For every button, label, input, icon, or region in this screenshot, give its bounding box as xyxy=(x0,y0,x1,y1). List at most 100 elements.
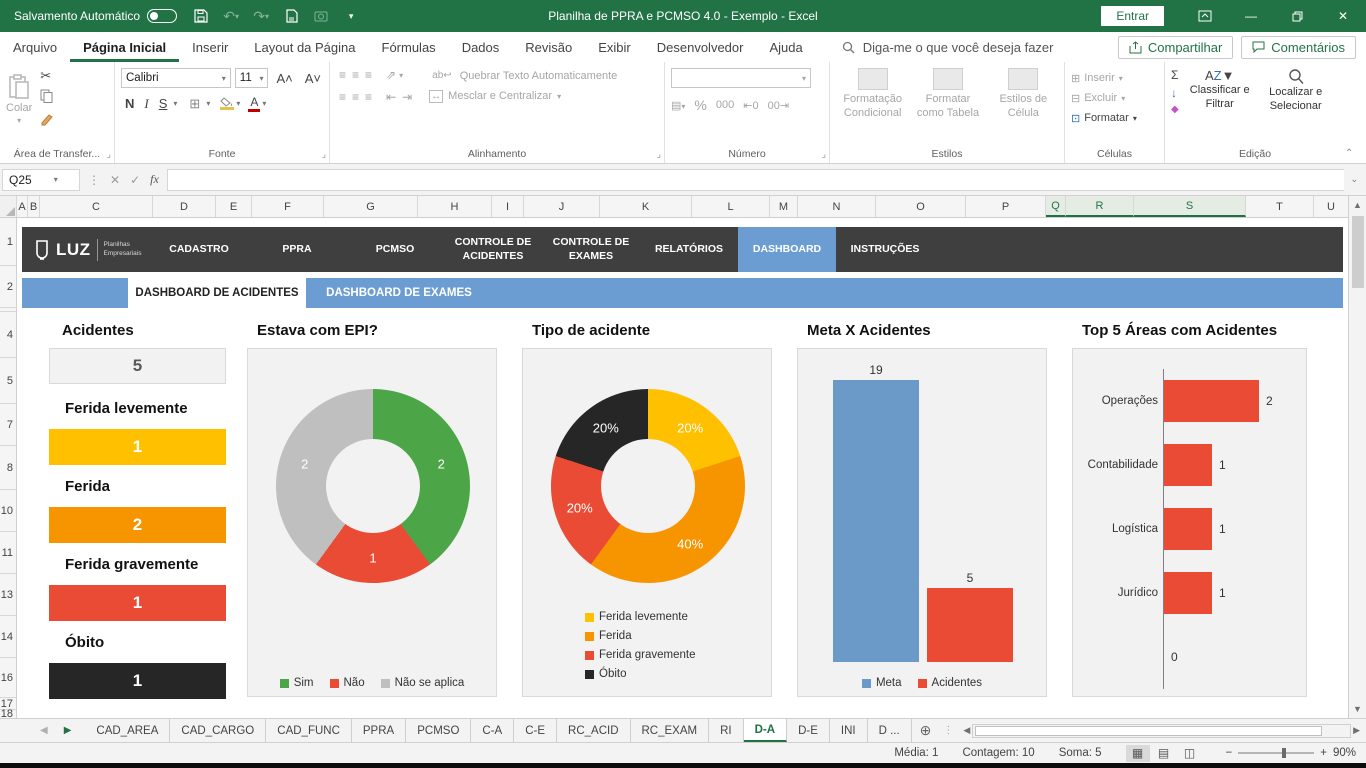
sheet-tab[interactable]: RC_EXAM xyxy=(631,719,710,742)
tell-me-search[interactable]: Diga-me o que você deseja fazer xyxy=(842,40,1054,55)
subtab-dashboard-de-exames[interactable]: DASHBOARD DE EXAMES xyxy=(314,278,484,308)
column-header[interactable]: O xyxy=(876,196,966,217)
comma-style-icon[interactable]: 000 xyxy=(716,99,734,111)
column-header[interactable]: E xyxy=(216,196,252,217)
tab-inserir[interactable]: Inserir xyxy=(179,32,241,62)
column-header[interactable]: M xyxy=(770,196,798,217)
column-header-selected[interactable]: Q xyxy=(1046,196,1066,217)
sheet-tab[interactable]: RI xyxy=(709,719,744,742)
sheet-tab[interactable]: D ... xyxy=(868,719,912,742)
column-header-selected[interactable]: R xyxy=(1066,196,1134,217)
undo-icon[interactable]: ↶▾ xyxy=(223,8,239,24)
find-select-button[interactable]: Localizar e Selecionar xyxy=(1261,68,1331,114)
enter-icon[interactable]: ✓ xyxy=(130,173,140,187)
tab-exibir[interactable]: Exibir xyxy=(585,32,644,62)
column-header[interactable]: N xyxy=(798,196,876,217)
collapse-ribbon-icon[interactable]: ⌃ xyxy=(1345,62,1351,163)
nav-item-ppra[interactable]: PPRA xyxy=(248,227,346,272)
cancel-icon[interactable]: ✕ xyxy=(110,173,120,187)
vertical-scroll-thumb[interactable] xyxy=(1352,216,1364,288)
zoom-level[interactable]: 90% xyxy=(1333,747,1356,759)
percent-style-icon[interactable]: % xyxy=(694,97,706,113)
fill-color-icon[interactable] xyxy=(220,97,234,110)
select-all-corner[interactable] xyxy=(0,196,17,217)
zoom-slider[interactable] xyxy=(1238,752,1314,754)
subtab-dashboard-de-acidentes[interactable]: DASHBOARD DE ACIDENTES xyxy=(128,278,306,308)
bold-button[interactable]: N xyxy=(121,96,138,111)
sheet-nav-right-icon[interactable]: ▶ xyxy=(64,725,72,736)
column-header[interactable]: L xyxy=(692,196,770,217)
delete-cells-button[interactable]: ⊟Excluir▾ xyxy=(1071,88,1160,108)
sheet-tab[interactable]: PCMSO xyxy=(406,719,471,742)
nav-item-controle-de-acidentes[interactable]: CONTROLE DE ACIDENTES xyxy=(444,227,542,272)
sheet-tab[interactable]: D-E xyxy=(787,719,830,742)
orientation-icon[interactable]: ⇗ xyxy=(383,68,399,82)
hscroll-left-icon[interactable]: ◀ xyxy=(963,725,970,736)
page-layout-view-icon[interactable]: ▤ xyxy=(1152,745,1176,762)
column-header[interactable]: B xyxy=(28,196,40,217)
increase-decimal-icon[interactable]: ⇤0 xyxy=(743,99,758,112)
redo-icon[interactable]: ↷▾ xyxy=(253,8,269,24)
align-top-icon[interactable]: ≡ xyxy=(336,68,349,82)
nav-item-instrucoes[interactable]: INSTRUÇÕES xyxy=(836,227,934,272)
font-color-icon[interactable]: A xyxy=(248,95,260,112)
sort-filter-button[interactable]: AZ▼ Classificar e Filtrar xyxy=(1185,68,1255,112)
font-name-select[interactable]: Calibri▾ xyxy=(121,68,231,88)
column-header[interactable]: D xyxy=(153,196,216,217)
underline-caret-icon[interactable]: ▾ xyxy=(173,99,177,108)
scroll-up-icon[interactable]: ▲ xyxy=(1349,196,1366,214)
nav-item-cadastro[interactable]: CADASTRO xyxy=(150,227,248,272)
column-header[interactable]: H xyxy=(418,196,492,217)
hscroll-right-icon[interactable]: ▶ xyxy=(1353,725,1360,736)
row-header[interactable]: 18 xyxy=(0,710,16,718)
format-as-table-button[interactable]: Formatar como Tabela xyxy=(911,68,984,145)
row-header[interactable]: 8 xyxy=(0,446,16,490)
chart-tipo-card[interactable]: 20%40%20%20% Ferida levemente Ferida Fer… xyxy=(522,348,772,697)
page-break-view-icon[interactable]: ◫ xyxy=(1178,745,1202,762)
comments-button[interactable]: Comentários xyxy=(1241,36,1356,59)
merge-center-button[interactable]: ↔ Mesclar e Centralizar▾ xyxy=(429,90,617,103)
sheet-tab[interactable]: C-A xyxy=(471,719,514,742)
vertical-scrollbar[interactable]: ▲ ▼ xyxy=(1348,196,1366,718)
sheet-tab[interactable]: CAD_AREA xyxy=(85,719,170,742)
column-header[interactable]: K xyxy=(600,196,692,217)
align-right-icon[interactable]: ≡ xyxy=(362,90,375,104)
insert-function-icon[interactable]: fx xyxy=(150,172,159,187)
tab-dados[interactable]: Dados xyxy=(449,32,513,62)
clear-icon[interactable]: ◆ xyxy=(1171,104,1179,115)
horizontal-scroll-thumb[interactable] xyxy=(975,726,1322,736)
column-header[interactable]: U xyxy=(1314,196,1348,217)
fill-down-icon[interactable]: ↓ xyxy=(1171,86,1179,100)
ribbon-display-options-icon[interactable] xyxy=(1182,0,1228,32)
tab-formulas[interactable]: Fórmulas xyxy=(369,32,449,62)
column-header[interactable]: I xyxy=(492,196,524,217)
conditional-formatting-button[interactable]: Formatação Condicional xyxy=(836,68,909,145)
row-header[interactable]: 5 xyxy=(0,358,16,404)
column-header[interactable]: J xyxy=(524,196,600,217)
tab-ajuda[interactable]: Ajuda xyxy=(756,32,815,62)
sign-in-button[interactable]: Entrar xyxy=(1101,6,1164,26)
chart-meta-card[interactable]: 19 5 Meta Acidentes xyxy=(797,348,1047,697)
row-header[interactable]: 14 xyxy=(0,616,16,658)
close-button[interactable]: ✕ xyxy=(1320,0,1366,32)
accounting-format-icon[interactable]: ▤▾ xyxy=(671,99,685,112)
horizontal-scrollbar[interactable]: ◀ ▶ xyxy=(963,719,1366,742)
new-sheet-icon[interactable]: ⊕ xyxy=(912,719,940,742)
save-icon[interactable] xyxy=(193,8,209,24)
wrap-text-button[interactable]: ab↩ Quebrar Texto Automaticamente xyxy=(429,70,617,82)
align-center-icon[interactable]: ≡ xyxy=(349,90,362,104)
formula-input[interactable] xyxy=(167,169,1345,191)
zoom-out-icon[interactable]: − xyxy=(1226,747,1233,759)
column-header[interactable]: T xyxy=(1246,196,1314,217)
nav-item-relatorios[interactable]: RELATÓRIOS xyxy=(640,227,738,272)
share-button[interactable]: Compartilhar xyxy=(1118,36,1233,59)
align-bottom-icon[interactable]: ≡ xyxy=(362,68,375,82)
decrease-indent-icon[interactable]: ⇤ xyxy=(383,90,399,104)
format-painter-icon[interactable] xyxy=(40,113,54,131)
nav-item-pcmso[interactable]: PCMSO xyxy=(346,227,444,272)
paste-button[interactable]: Colar▾ xyxy=(6,74,32,125)
shrink-font-icon[interactable]: A˅ xyxy=(301,71,325,86)
row-header[interactable]: 13 xyxy=(0,574,16,616)
camera-icon[interactable] xyxy=(313,8,329,24)
print-preview-icon[interactable] xyxy=(283,8,299,24)
